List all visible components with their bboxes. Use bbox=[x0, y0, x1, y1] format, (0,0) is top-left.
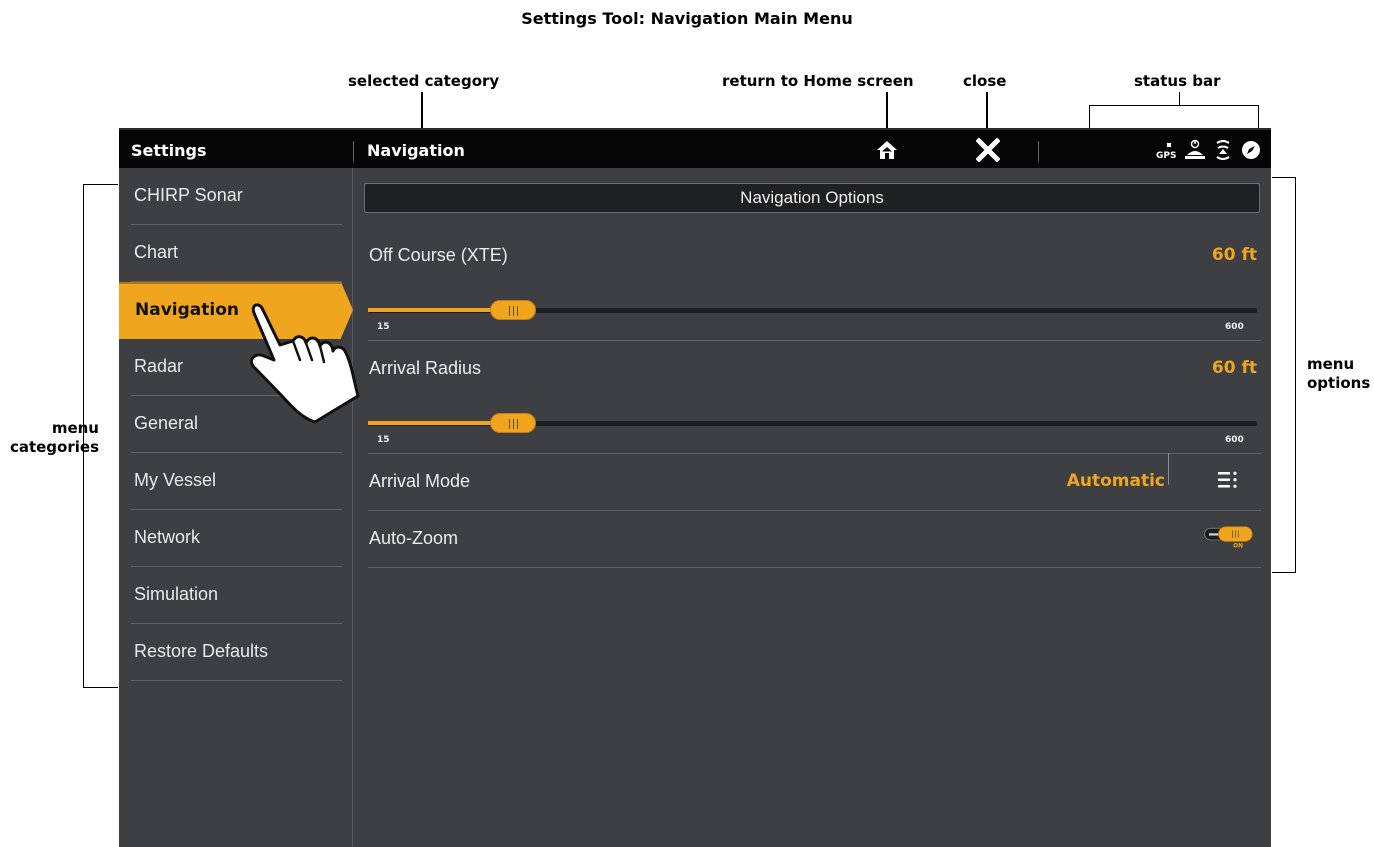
callout-selected-category: selected category bbox=[348, 72, 500, 90]
bracket-line bbox=[1272, 572, 1296, 573]
arrival-radius-label: Arrival Radius bbox=[369, 358, 482, 378]
toggle-state-label: ON bbox=[1233, 543, 1243, 548]
device-screen: Settings Navigation GPS CHIRP Sonar Char… bbox=[119, 128, 1271, 847]
auto-zoom-label: Auto-Zoom bbox=[369, 528, 459, 548]
divider bbox=[368, 567, 1261, 568]
off-course-value: 60 ft bbox=[1211, 245, 1257, 265]
sidebar-item-label: Radar bbox=[134, 356, 184, 376]
auto-zoom-toggle[interactable]: ON bbox=[1195, 526, 1261, 548]
arrival-radius-value: 60 ft bbox=[1211, 358, 1257, 378]
home-icon[interactable] bbox=[875, 138, 899, 162]
sidebar-item-restore-defaults[interactable]: Restore Defaults bbox=[131, 624, 342, 681]
sidebar-item-label: Restore Defaults bbox=[134, 641, 269, 661]
divider bbox=[368, 453, 1261, 454]
sidebar-item-label: My Vessel bbox=[134, 470, 217, 490]
slider-max-label: 600 bbox=[1225, 435, 1244, 445]
bracket-line bbox=[83, 184, 118, 185]
sidebar-item-label: CHIRP Sonar bbox=[134, 185, 243, 205]
power-alarm-icon bbox=[1185, 139, 1205, 159]
options-header: Navigation Options bbox=[364, 183, 1260, 213]
slider-min-label: 15 bbox=[377, 435, 390, 445]
section-title: Navigation bbox=[367, 141, 465, 160]
arrival-mode-value[interactable]: Automatic bbox=[1067, 471, 1165, 491]
bracket-line bbox=[1272, 177, 1295, 178]
callout-menu-options: menu options bbox=[1307, 355, 1371, 392]
sidebar-item-my-vessel[interactable]: My Vessel bbox=[131, 453, 342, 510]
bracket-line bbox=[1179, 92, 1180, 106]
slider-thumb[interactable] bbox=[490, 413, 536, 433]
options-panel: Navigation Options Off Course (XTE) 60 f… bbox=[354, 168, 1271, 847]
slider-min-label: 15 bbox=[377, 322, 390, 332]
bracket-line bbox=[1089, 105, 1259, 106]
divider bbox=[368, 340, 1261, 341]
divider bbox=[1038, 141, 1039, 161]
off-course-slider[interactable] bbox=[368, 300, 1257, 320]
close-icon[interactable] bbox=[976, 138, 1000, 162]
sidebar-item-label: Simulation bbox=[134, 584, 219, 604]
arrival-mode-label: Arrival Mode bbox=[369, 471, 471, 491]
top-bar: Settings Navigation GPS bbox=[119, 128, 1271, 168]
slider-max-label: 600 bbox=[1225, 322, 1244, 332]
divider bbox=[353, 141, 354, 161]
gps-label: GPS bbox=[1156, 151, 1176, 161]
divider bbox=[368, 510, 1261, 511]
slider-thumb[interactable] bbox=[490, 300, 536, 320]
pointing-hand-icon bbox=[249, 303, 360, 424]
gps-icon: GPS bbox=[1156, 142, 1176, 161]
sidebar-item-simulation[interactable]: Simulation bbox=[131, 567, 342, 624]
compass-icon bbox=[1242, 141, 1260, 159]
app-title: Settings bbox=[131, 141, 207, 160]
bracket-line bbox=[1295, 177, 1296, 573]
bracket-line bbox=[1258, 105, 1259, 128]
sidebar-item-chart[interactable]: Chart bbox=[131, 225, 342, 282]
sidebar-item-chirp-sonar[interactable]: CHIRP Sonar bbox=[131, 168, 342, 225]
off-course-label: Off Course (XTE) bbox=[369, 245, 508, 265]
divider bbox=[1168, 453, 1169, 485]
sidebar-item-label: General bbox=[134, 413, 199, 433]
category-sidebar: CHIRP Sonar Chart Navigation Radar Gener… bbox=[119, 168, 353, 847]
callout-menu-categories: menu categories bbox=[9, 419, 99, 456]
sidebar-item-label: Network bbox=[134, 527, 201, 547]
sidebar-item-network[interactable]: Network bbox=[131, 510, 342, 567]
callout-status-bar: status bar bbox=[1134, 72, 1221, 90]
sidebar-item-label: Chart bbox=[134, 242, 179, 262]
list-menu-icon[interactable] bbox=[1216, 468, 1240, 492]
bracket-line bbox=[83, 687, 118, 688]
bracket-line bbox=[1089, 105, 1090, 128]
callout-close: close bbox=[963, 72, 1007, 90]
callout-return-home: return to Home screen bbox=[722, 72, 914, 90]
sidebar-item-label: Navigation bbox=[135, 300, 239, 320]
document-title: Settings Tool: Navigation Main Menu bbox=[521, 9, 853, 28]
sonar-icon bbox=[1216, 140, 1230, 160]
arrival-radius-slider[interactable] bbox=[368, 413, 1257, 433]
